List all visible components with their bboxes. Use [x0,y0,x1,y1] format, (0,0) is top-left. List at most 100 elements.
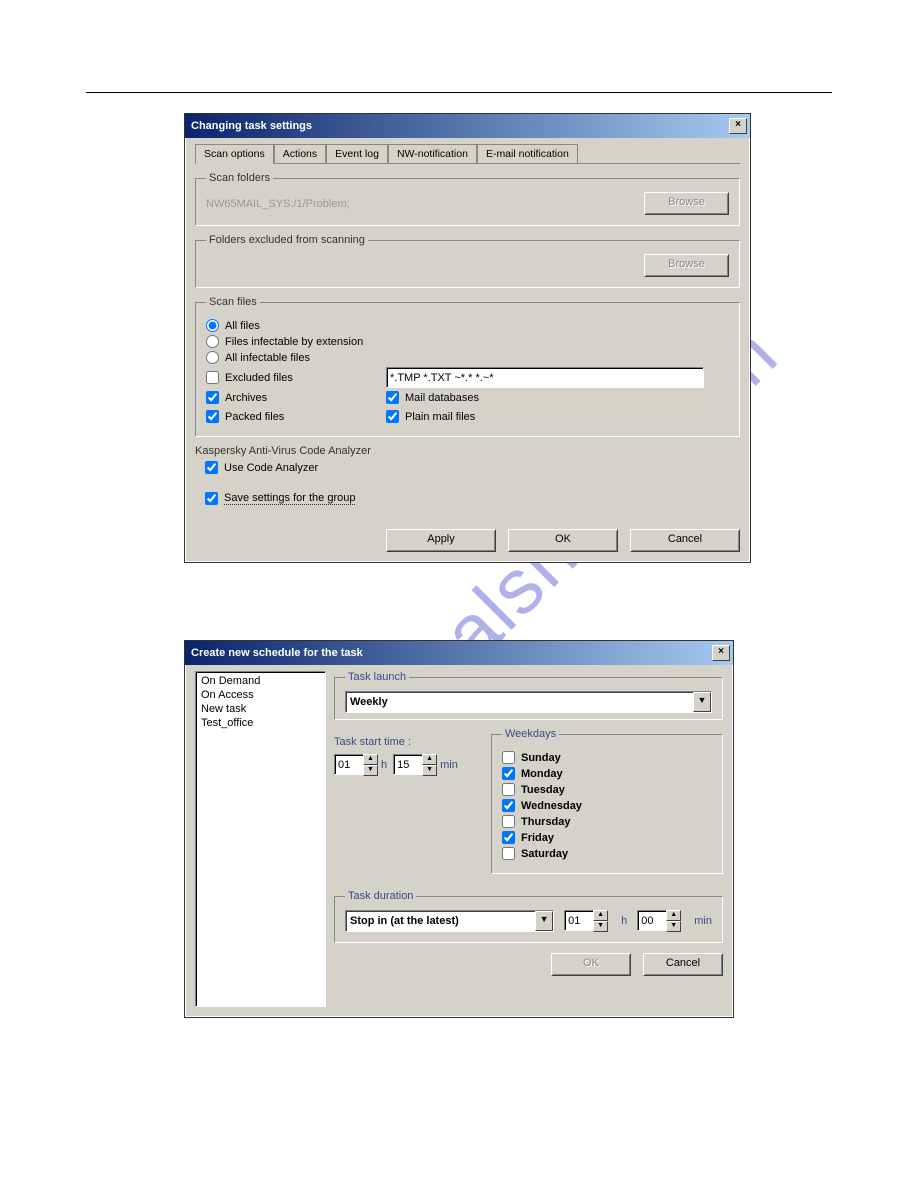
horizontal-rule [86,92,832,93]
all-files-label: All files [225,320,260,332]
excluded-folders-group: Folders excluded from scanning Browse [195,234,740,288]
task-duration-group: Task duration Stop in (at the latest) ▼ … [334,890,723,943]
task-launch-legend: Task launch [345,671,409,683]
plain-mail-check[interactable] [386,410,399,423]
stop-in-combo[interactable]: Stop in (at the latest) ▼ [345,910,554,932]
dur-m-unit: min [694,915,712,927]
start-time-label: Task start time : [334,736,479,748]
task-launch-value: Weekly [350,696,388,708]
dur-h-unit: h [621,915,627,927]
monday-label: Monday [521,768,563,780]
minutes-input[interactable] [393,754,423,775]
mail-db-label: Mail databases [405,392,479,404]
spin-up-icon[interactable]: ▲ [593,910,608,921]
spin-down-icon[interactable]: ▼ [593,921,608,932]
list-item[interactable]: Test_office [198,716,323,730]
weekdays-group: Weekdays Sunday Monday Tuesday Wednesday… [491,728,723,874]
duration-hours-input[interactable] [564,910,594,931]
tuesday-label: Tuesday [521,784,565,796]
archives-label: Archives [225,392,267,404]
dialog-title: Create new schedule for the task [191,647,363,659]
close-icon[interactable]: × [712,645,730,661]
sunday-check[interactable] [502,751,515,764]
stop-in-value: Stop in (at the latest) [350,915,459,927]
dialog-titlebar: Changing task settings × [185,114,750,138]
list-item[interactable]: On Access [198,688,323,702]
mail-db-check[interactable] [386,391,399,404]
browse-button[interactable]: Browse [644,254,729,277]
weekdays-legend: Weekdays [502,728,559,740]
packed-files-label: Packed files [225,411,284,423]
hours-spinner[interactable]: ▲▼ [334,754,378,776]
tuesday-check[interactable] [502,783,515,796]
tabs: Scan options Actions Event log NW-notifi… [195,144,740,164]
ok-button[interactable]: OK [551,953,631,976]
files-ext-label: Files infectable by extension [225,336,363,348]
chevron-down-icon: ▼ [535,911,553,931]
files-ext-radio[interactable] [206,335,219,348]
packed-files-check[interactable] [206,410,219,423]
use-code-analyzer-label: Use Code Analyzer [224,462,318,474]
close-icon[interactable]: × [729,118,747,134]
minutes-spinner[interactable]: ▲▼ [393,754,437,776]
sunday-label: Sunday [521,752,561,764]
spin-down-icon[interactable]: ▼ [666,921,681,932]
wednesday-label: Wednesday [521,800,582,812]
list-item[interactable]: New task [198,702,323,716]
task-launch-group: Task launch Weekly ▼ [334,671,723,720]
cancel-button[interactable]: Cancel [643,953,723,976]
wednesday-check[interactable] [502,799,515,812]
scan-files-group: Scan files All files Files infectable by… [195,296,740,437]
spin-up-icon[interactable]: ▲ [666,910,681,921]
h-unit-label: h [381,759,387,771]
plain-mail-label: Plain mail files [405,411,475,423]
excluded-pattern-input[interactable] [386,367,704,388]
duration-minutes-input[interactable] [637,910,667,931]
browse-button[interactable]: Browse [644,192,729,215]
dialog-title: Changing task settings [191,120,312,132]
tab-event-log[interactable]: Event log [326,144,388,163]
monday-check[interactable] [502,767,515,780]
save-settings-check[interactable] [205,492,218,505]
tab-actions[interactable]: Actions [274,144,326,163]
spin-down-icon[interactable]: ▼ [363,765,378,776]
excluded-files-label: Excluded files [225,372,293,384]
chevron-down-icon: ▼ [693,692,711,712]
all-infectable-radio[interactable] [206,351,219,364]
saturday-check[interactable] [502,847,515,860]
ok-button[interactable]: OK [508,529,618,552]
duration-hours-spinner[interactable]: ▲▼ [564,910,608,932]
excluded-folders-legend: Folders excluded from scanning [206,234,368,246]
all-infectable-label: All infectable files [225,352,310,364]
tab-scan-options[interactable]: Scan options [195,144,274,164]
list-item[interactable]: On Demand [198,674,323,688]
scan-folders-group: Scan folders NW65MAIL_SYS:/1/Problem; Br… [195,172,740,226]
duration-minutes-spinner[interactable]: ▲▼ [637,910,681,932]
analyzer-title: Kaspersky Anti-Virus Code Analyzer [195,445,740,457]
spin-up-icon[interactable]: ▲ [363,754,378,765]
scan-folders-legend: Scan folders [206,172,273,184]
thursday-check[interactable] [502,815,515,828]
friday-label: Friday [521,832,554,844]
spin-down-icon[interactable]: ▼ [422,765,437,776]
apply-button[interactable]: Apply [386,529,496,552]
scan-files-legend: Scan files [206,296,260,308]
thursday-label: Thursday [521,816,571,828]
excluded-files-check[interactable] [206,371,219,384]
hours-input[interactable] [334,754,364,775]
save-settings-label: Save settings for the group [224,492,355,505]
dialog-titlebar: Create new schedule for the task × [185,641,733,665]
saturday-label: Saturday [521,848,568,860]
tab-email-notification[interactable]: E-mail notification [477,144,578,163]
task-launch-combo[interactable]: Weekly ▼ [345,691,712,713]
spin-up-icon[interactable]: ▲ [422,754,437,765]
friday-check[interactable] [502,831,515,844]
use-code-analyzer-check[interactable] [205,461,218,474]
task-listbox[interactable]: On Demand On Access New task Test_office [195,671,326,1007]
tab-nw-notification[interactable]: NW-notification [388,144,477,163]
archives-check[interactable] [206,391,219,404]
all-files-radio[interactable] [206,319,219,332]
cancel-button[interactable]: Cancel [630,529,740,552]
m-unit-label: min [440,759,458,771]
scan-folders-path: NW65MAIL_SYS:/1/Problem; [206,198,350,210]
